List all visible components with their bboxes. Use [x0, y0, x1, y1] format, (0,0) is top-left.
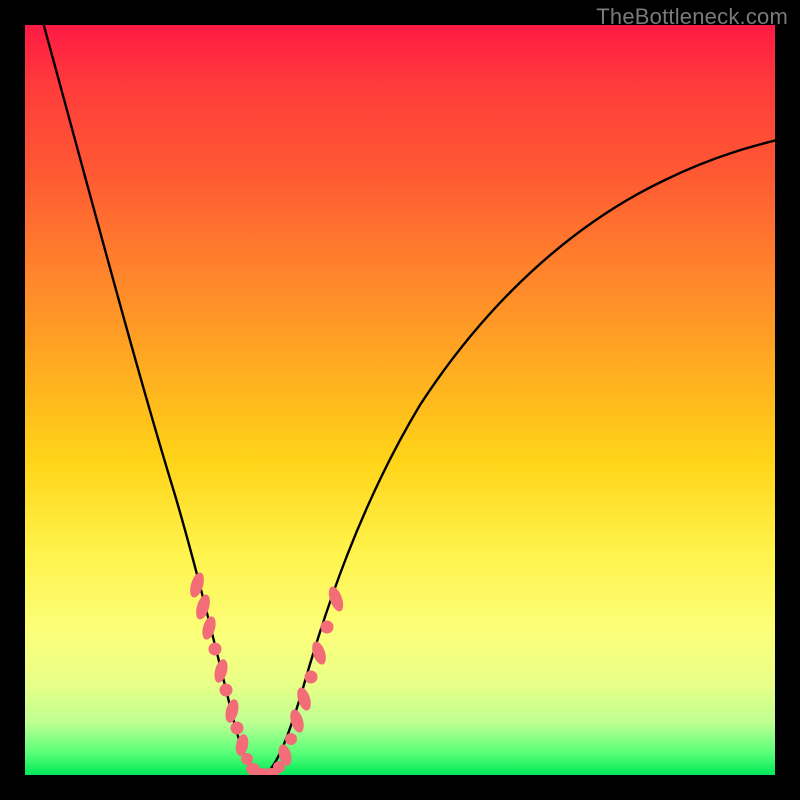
curve-layer	[25, 25, 775, 775]
right-branch-curve	[265, 138, 775, 775]
left-branch-markers	[187, 571, 270, 775]
watermark-text: TheBottleneck.com	[596, 4, 788, 30]
plot-area	[25, 25, 775, 775]
chart-frame: TheBottleneck.com	[0, 0, 800, 800]
